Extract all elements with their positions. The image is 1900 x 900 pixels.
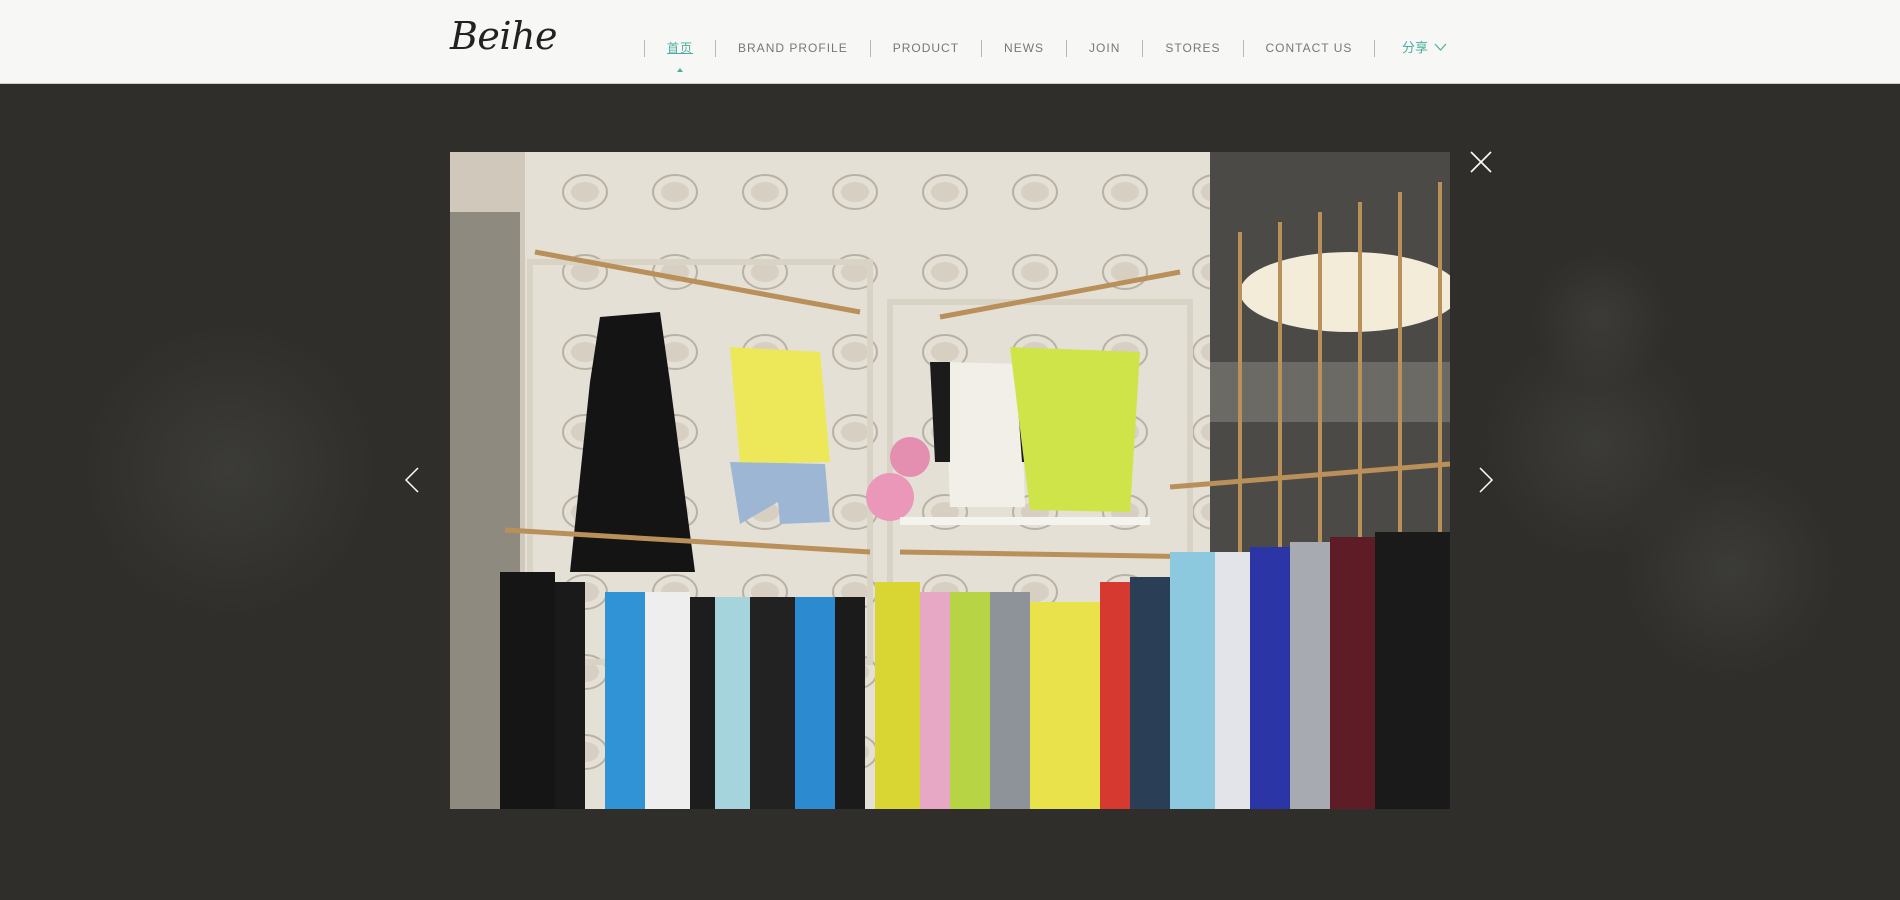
close-icon xyxy=(1470,151,1492,173)
share-button[interactable]: 分享 xyxy=(1402,37,1447,56)
chevron-left-icon xyxy=(404,467,419,493)
lightbox-image xyxy=(450,152,1450,809)
nav-item-home[interactable]: 首页 xyxy=(645,38,715,58)
site-header: Beihe 首页 BRAND PROFILE PRODUCT NEWS JOIN… xyxy=(0,0,1900,84)
nav-item-stores[interactable]: STORES xyxy=(1143,38,1242,58)
background-pattern xyxy=(1530,250,1670,390)
chevron-right-icon xyxy=(1479,467,1494,493)
nav-item-product[interactable]: PRODUCT xyxy=(871,38,981,58)
main-nav: 首页 BRAND PROFILE PRODUCT NEWS JOIN STORE… xyxy=(644,38,1376,58)
prev-button[interactable] xyxy=(404,466,420,494)
brand-logo[interactable]: Beihe xyxy=(450,14,558,64)
close-button[interactable] xyxy=(1469,150,1493,174)
background-pattern xyxy=(80,320,380,620)
nav-item-contact-us[interactable]: CONTACT US xyxy=(1244,38,1375,58)
nav-divider xyxy=(1374,39,1376,57)
nav-item-join[interactable]: JOIN xyxy=(1067,38,1142,58)
next-button[interactable] xyxy=(1478,466,1494,494)
nav-item-brand-profile[interactable]: BRAND PROFILE xyxy=(716,38,870,58)
nav-item-news[interactable]: NEWS xyxy=(982,38,1066,58)
share-label: 分享 xyxy=(1402,40,1429,55)
store-photo xyxy=(450,152,1450,809)
chevron-down-icon xyxy=(1434,43,1447,51)
background-pattern xyxy=(1620,460,1840,680)
